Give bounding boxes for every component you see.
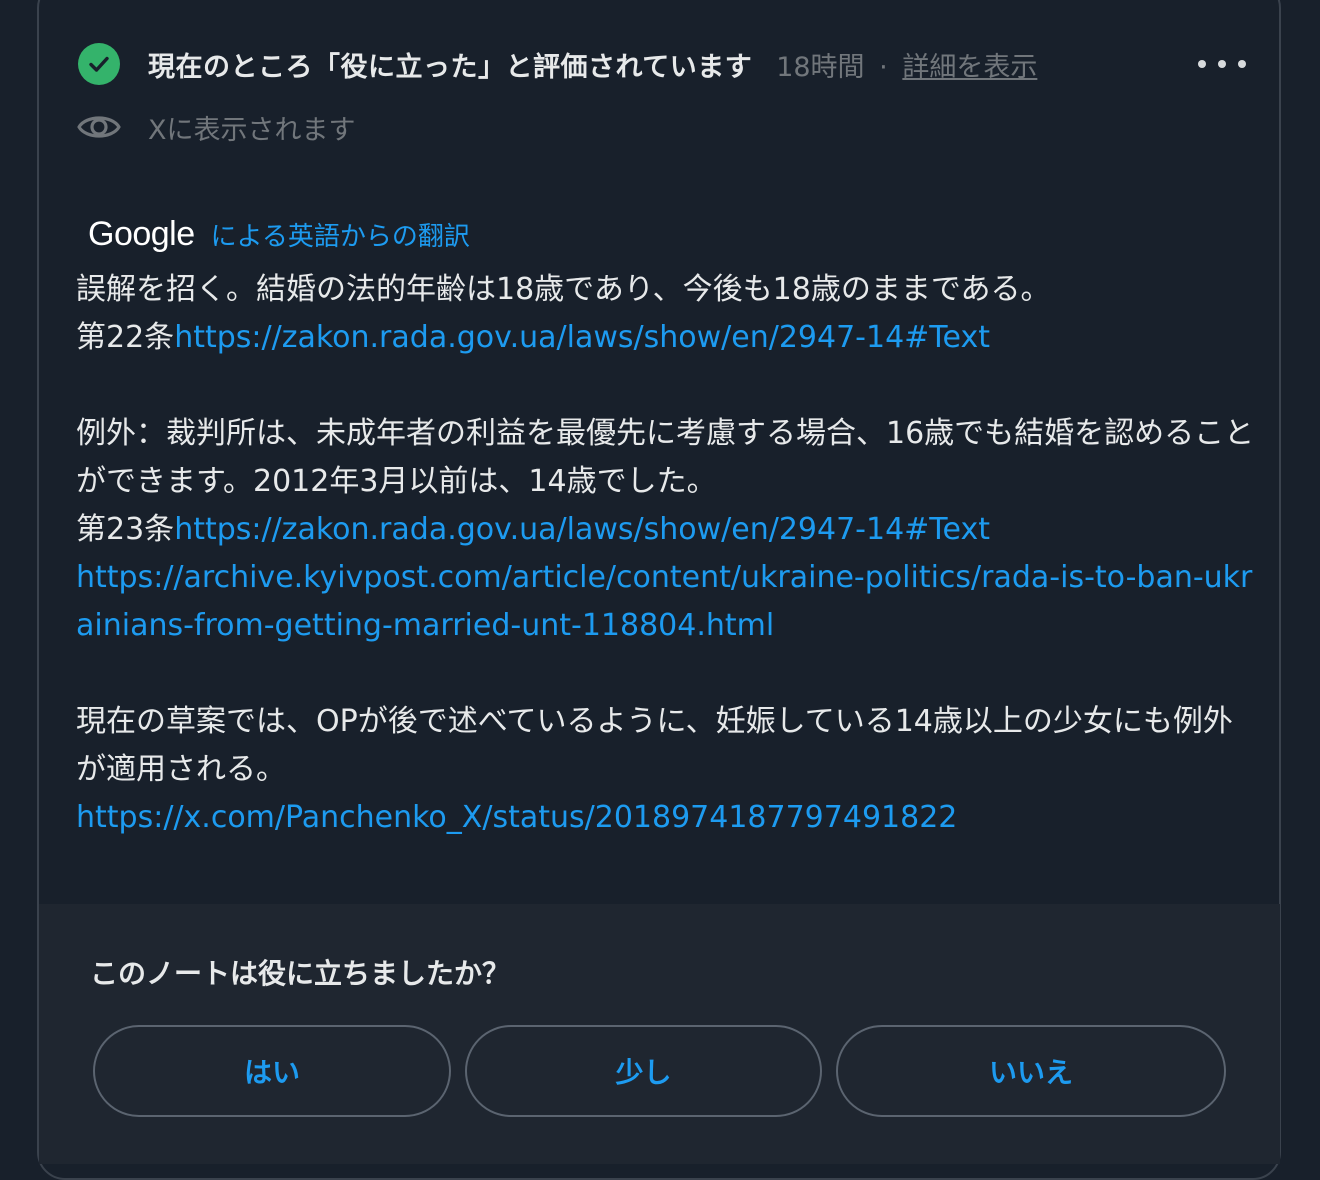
google-logo: Google [88,214,195,253]
source-link-4[interactable]: https://x.com/Panchenko_X/status/2018974… [76,800,957,835]
feedback-no-button[interactable]: いいえ [836,1025,1226,1117]
source-link-3[interactable]: https://archive.kyivpost.com/article/con… [76,560,1252,643]
note-status-row: 現在のところ「役に立った」と評価されています 18時間 · 詳細を表示 [78,40,1037,88]
source-link-2[interactable]: https://zakon.rada.gov.ua/laws/show/en/2… [174,512,990,547]
meta-separator: · [879,51,888,83]
note-line-article-22: 第22条https://zakon.rada.gov.ua/laws/show/… [76,314,1256,362]
translation-label[interactable]: による英語からの翻訳 [211,216,470,253]
note-paragraph-2: 例外：裁判所は、未成年者の利益を最優先に考慮する場合、16歳でも結婚を認めること… [76,416,1255,499]
eye-icon [77,116,121,138]
translation-row: Google による英語からの翻訳 [88,210,470,258]
feedback-somewhat-button[interactable]: 少し [465,1025,822,1117]
note-line-article-23: 第23条https://zakon.rada.gov.ua/laws/show/… [76,506,1256,554]
show-details-link[interactable]: 詳細を表示 [902,52,1037,83]
check-icon [78,43,120,85]
more-icon[interactable] [1198,52,1246,76]
article-23-label: 第23条 [76,512,175,547]
note-meta: 18時間 · 詳細を表示 [776,45,1037,84]
article-22-label: 第22条 [76,320,175,355]
source-link-1[interactable]: https://zakon.rada.gov.ua/laws/show/en/2… [174,320,990,355]
feedback-yes-button[interactable]: はい [93,1025,451,1117]
note-body: 誤解を招く。結婚の法的年齢は18歳であり、今後も18歳のままである。 第22条h… [76,266,1256,842]
note-paragraph-3: 現在の草案では、OPが後で述べているように、妊娠している14歳以上の少女にも例外… [76,704,1233,787]
visibility-row: Xに表示されます [76,100,356,154]
rating-status: 現在のところ「役に立った」と評価されています [148,51,753,83]
note-time: 18時間 [776,51,865,83]
feedback-question: このノートは役に立ちましたか？ [90,957,511,990]
note-paragraph-1: 誤解を招く。結婚の法的年齢は18歳であり、今後も18歳のままである。 [76,272,1051,307]
visibility-text: Xに表示されます [148,114,356,146]
